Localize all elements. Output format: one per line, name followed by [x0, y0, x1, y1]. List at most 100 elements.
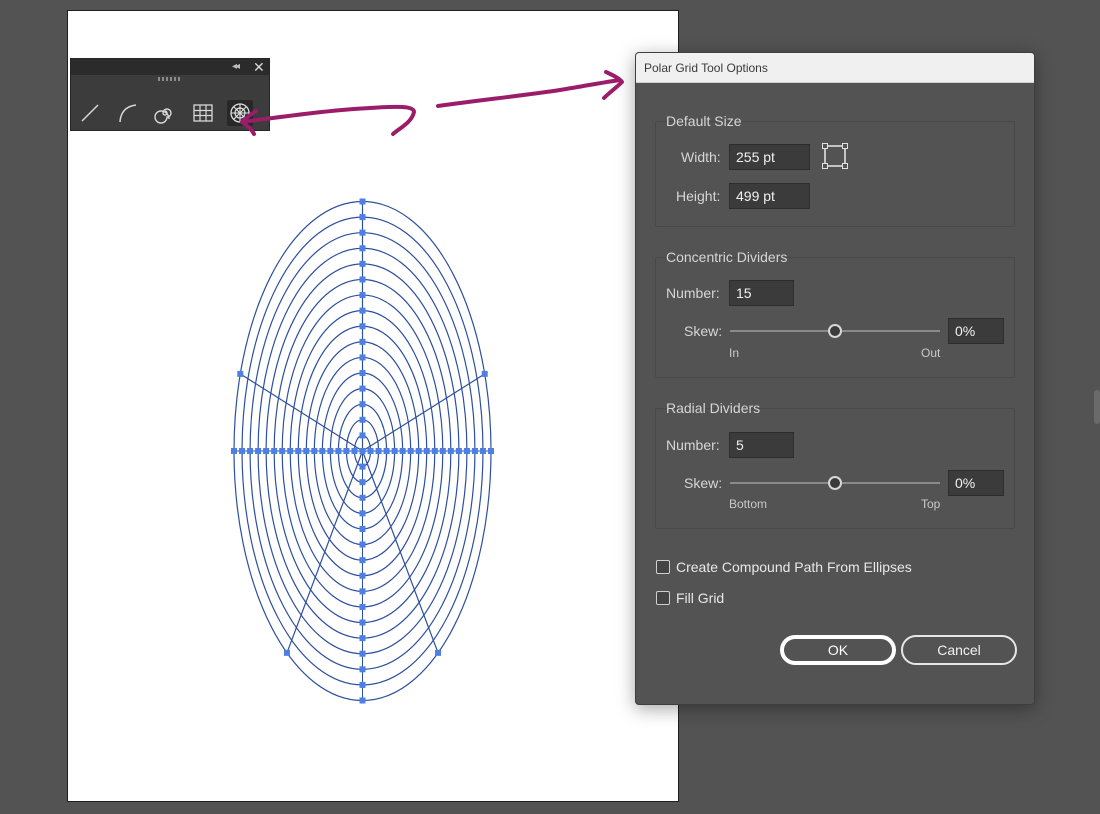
spiral-tool-button[interactable]	[152, 100, 178, 126]
panel-titlebar[interactable]	[71, 59, 269, 75]
anchor-point	[391, 448, 398, 454]
compound-path-checkbox[interactable]	[656, 560, 670, 574]
compound-path-label[interactable]: Create Compound Path From Ellipses	[676, 559, 912, 575]
anchor-point	[435, 649, 442, 656]
anchor-point	[407, 448, 414, 454]
anchor-point	[359, 198, 366, 205]
spiral-icon	[154, 108, 172, 124]
workspace-scrollbar[interactable]	[1094, 390, 1100, 424]
anchor-point	[283, 649, 290, 656]
anchor-point	[359, 370, 366, 377]
anchor-point	[359, 510, 366, 517]
anchor-point	[287, 448, 294, 454]
anchor-point	[359, 385, 366, 392]
anchor-point	[423, 448, 430, 454]
radial-dividers-title: Radial Dividers	[666, 400, 761, 416]
radial-dividers-group	[655, 408, 1015, 529]
anchor-point	[359, 557, 366, 564]
radial-number-field[interactable]: 5	[729, 432, 794, 458]
anchor-point	[359, 214, 366, 221]
anchor-point	[295, 448, 302, 454]
anchor-point	[359, 588, 366, 595]
width-field[interactable]: 255 pt	[729, 144, 810, 170]
default-size-group	[655, 121, 1015, 227]
concentric-number-field[interactable]: 15	[729, 280, 794, 306]
anchor-point	[359, 494, 366, 501]
cancel-button[interactable]: Cancel	[901, 635, 1017, 665]
anchor-point	[439, 448, 446, 454]
concentric-in-label: In	[729, 346, 740, 360]
constrain-proportions-icon[interactable]	[822, 143, 848, 169]
anchor-point	[463, 448, 470, 454]
radial-skew-slider-thumb[interactable]	[828, 476, 842, 490]
anchor-point	[237, 370, 244, 377]
anchor-point	[359, 541, 366, 548]
anchor-point	[359, 245, 366, 252]
radial-bottom-label: Bottom	[729, 497, 768, 511]
grip-icon[interactable]	[158, 77, 182, 81]
anchor-point	[481, 370, 488, 377]
collapse-panel-icon[interactable]: ◂◂	[232, 60, 240, 74]
anchor-point	[359, 307, 366, 314]
ok-button-label: OK	[784, 639, 892, 661]
arc-icon	[119, 104, 137, 123]
radial-skew-field[interactable]: 0%	[948, 470, 1004, 496]
anchor-point	[359, 229, 366, 236]
anchor-point	[359, 572, 366, 579]
close-icon[interactable]: ✕	[253, 59, 265, 75]
anchor-point	[359, 276, 366, 283]
anchor-point	[359, 260, 366, 267]
anchor-point	[335, 448, 342, 454]
line-segment-icon	[81, 104, 99, 122]
radial-skew-label: Skew:	[684, 475, 723, 491]
height-label: Height:	[676, 188, 721, 204]
rectangular-grid-tool-button[interactable]	[190, 100, 216, 126]
anchor-point	[359, 479, 366, 486]
anchor-point	[359, 525, 366, 532]
anchor-point	[239, 448, 246, 454]
anchor-point	[359, 323, 366, 330]
arc-tool-button[interactable]	[115, 100, 141, 126]
anchor-point	[343, 448, 350, 454]
concentric-number-label: Number:	[666, 285, 720, 301]
anchor-point	[271, 448, 278, 454]
fill-grid-checkbox[interactable]	[656, 591, 670, 605]
anchor-point	[359, 292, 366, 299]
anchor-point	[359, 416, 366, 423]
height-field[interactable]: 499 pt	[729, 183, 810, 209]
polar-grid-tool-options-dialog: Polar Grid Tool Options Default Size Wid…	[635, 52, 1035, 705]
anchor-point	[263, 448, 270, 454]
anchor-point	[431, 448, 438, 454]
default-size-title: Default Size	[666, 113, 742, 129]
concentric-skew-field[interactable]: 0%	[948, 318, 1004, 344]
anchor-point	[359, 635, 366, 642]
anchor-point	[359, 666, 366, 673]
anchor-point	[319, 448, 326, 454]
anchor-point	[359, 354, 366, 361]
anchor-point	[359, 448, 366, 454]
anchor-point	[351, 448, 358, 454]
anchor-point	[359, 432, 366, 439]
dialog-titlebar[interactable]: Polar Grid Tool Options	[636, 53, 1034, 83]
anchor-point	[247, 448, 254, 454]
anchor-point	[415, 448, 422, 454]
anchor-point	[488, 448, 494, 454]
anchor-point	[359, 338, 366, 345]
fill-grid-label[interactable]: Fill Grid	[676, 590, 724, 606]
line-segment-tool-button[interactable]	[77, 100, 103, 126]
concentric-skew-label: Skew:	[684, 323, 723, 339]
anchor-point	[359, 401, 366, 408]
ok-button[interactable]: OK	[780, 635, 896, 665]
anchor-point	[359, 463, 366, 470]
polar-grid-tool-button[interactable]	[227, 100, 253, 126]
polar-grid-icon	[230, 103, 250, 123]
anchor-point	[231, 448, 237, 454]
anchor-point	[303, 448, 310, 454]
line-tools-flyout-panel: ◂◂ ✕	[70, 58, 270, 131]
dialog-title: Polar Grid Tool Options	[644, 61, 768, 75]
anchor-point	[447, 448, 454, 454]
anchor-point	[359, 681, 366, 688]
anchor-point	[327, 448, 334, 454]
concentric-skew-slider-thumb[interactable]	[828, 324, 842, 338]
anchor-point	[479, 448, 486, 454]
